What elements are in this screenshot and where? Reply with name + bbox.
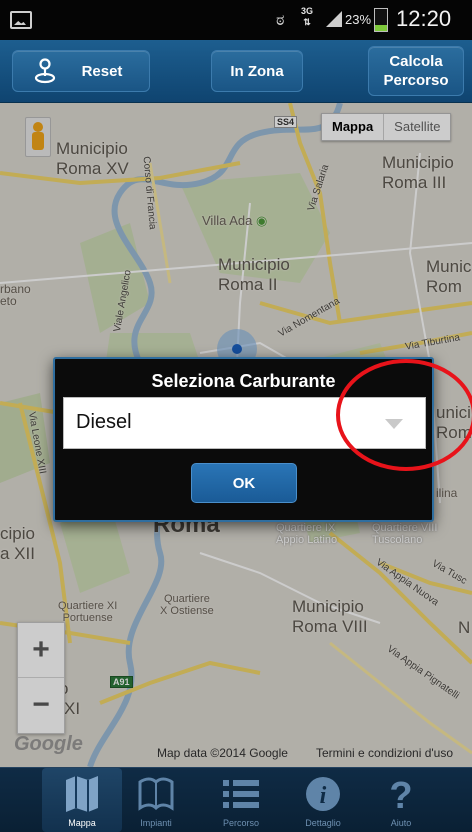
nav-label: Aiuto (390, 818, 412, 828)
svg-text:?: ? (389, 775, 412, 814)
annotation-circle (336, 359, 472, 471)
nav-item-impianti[interactable]: Impianti (116, 768, 196, 832)
top-toolbar: Reset In Zona Calcola Percorso (0, 40, 472, 103)
calcola-label-line2: Percorso (383, 72, 449, 89)
info-icon: i (306, 777, 340, 811)
nav-label: Dettaglio (305, 818, 341, 828)
ok-button[interactable]: OK (191, 463, 297, 503)
calcola-label-line1: Calcola (389, 53, 443, 70)
nav-label: Mappa (68, 818, 96, 828)
network-type: 3G ⇅ (301, 6, 314, 27)
bottom-navigation: Mappa Impianti Percorso i Dettaglio ? Ai… (0, 767, 472, 832)
battery-percent: 23% (345, 12, 372, 27)
location-pin-icon (34, 58, 56, 84)
in-zona-button[interactable]: In Zona (211, 50, 303, 92)
clock: 12:20 (396, 6, 452, 31)
calcola-percorso-button[interactable]: Calcola Percorso (368, 46, 464, 96)
nav-item-percorso[interactable]: Percorso (201, 768, 281, 832)
dropdown-selected-value: Diesel (76, 411, 132, 433)
reset-label: Reset (81, 62, 123, 80)
nav-item-dettaglio[interactable]: i Dettaglio (283, 768, 363, 832)
svg-text:i: i (320, 783, 327, 809)
signal-icon (326, 11, 342, 27)
nav-label: Impianti (140, 818, 172, 828)
in-zona-label: In Zona (230, 62, 284, 80)
nav-item-mappa[interactable]: Mappa (42, 768, 122, 832)
reset-button[interactable]: Reset (12, 50, 150, 92)
status-bar: ಠ 3G ⇅ 23% 12:20 (0, 0, 472, 40)
map-icon (66, 776, 98, 812)
list-icon (223, 780, 259, 808)
help-icon: ? (389, 775, 412, 814)
nav-label: Percorso (222, 818, 259, 828)
gallery-icon (10, 11, 32, 29)
battery-icon (374, 8, 388, 32)
nav-item-aiuto[interactable]: ? Aiuto (361, 768, 441, 832)
book-icon (138, 777, 174, 811)
eye-icon: ಠ (276, 12, 285, 29)
